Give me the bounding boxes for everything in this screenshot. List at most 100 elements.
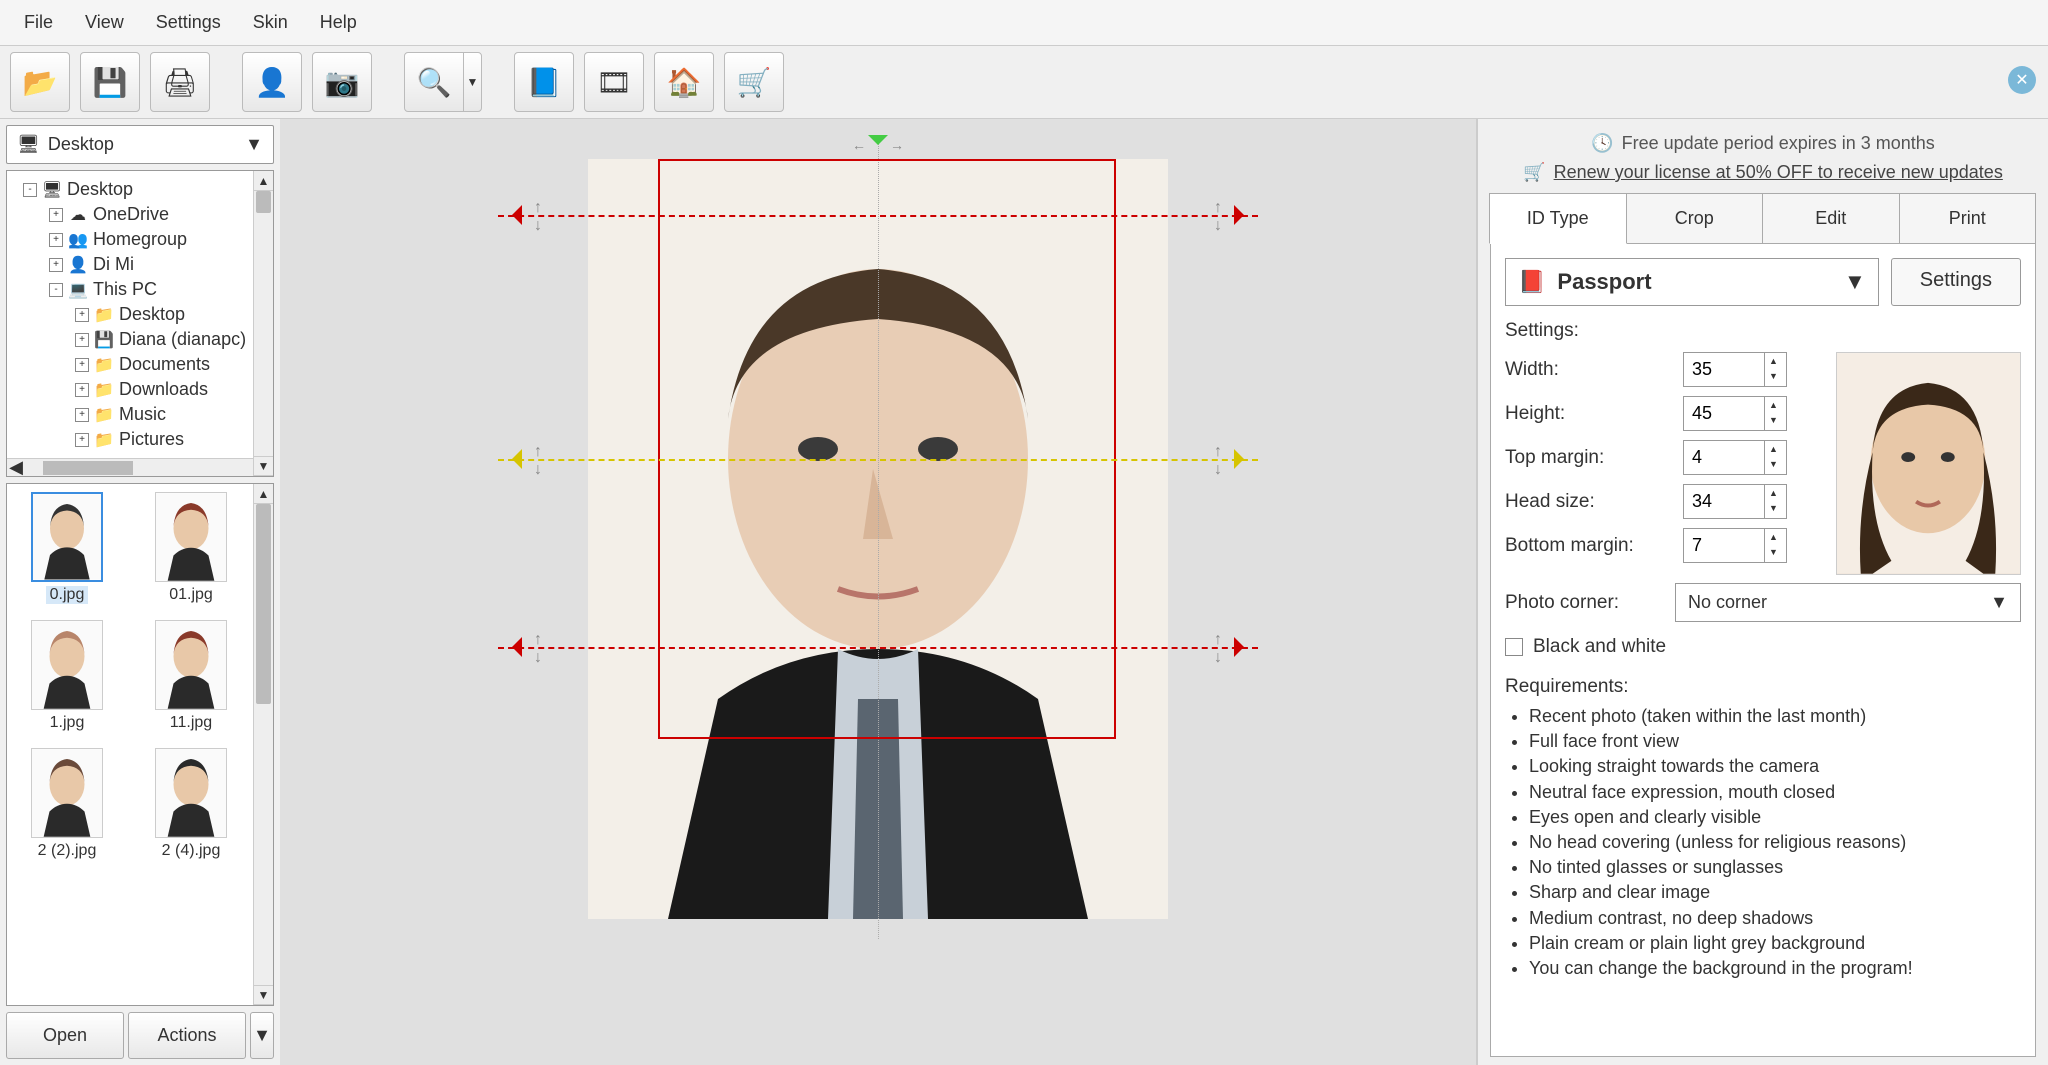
folder-icon: 📁 xyxy=(95,406,113,424)
chevron-down-icon: ▼ xyxy=(253,1025,271,1046)
thumbnail-image xyxy=(155,492,227,582)
requirement-item: Eyes open and clearly visible xyxy=(1529,805,2021,830)
expand-icon[interactable]: + xyxy=(75,383,89,397)
cart-icon: 🛒 xyxy=(737,66,772,99)
tree-item[interactable]: +📁Documents xyxy=(11,352,269,377)
tab-edit[interactable]: Edit xyxy=(1762,193,1900,243)
black-white-checkbox[interactable] xyxy=(1505,638,1523,656)
chevron-down-icon: ▼ xyxy=(1844,269,1866,295)
tree-item[interactable]: +👤Di Mi xyxy=(11,252,269,277)
head-size-spinner[interactable]: ▲▼ xyxy=(1683,484,1787,519)
cart-icon: 🛒 xyxy=(1523,162,1545,183)
settings-button[interactable]: Settings xyxy=(1891,258,2021,306)
tree-item[interactable]: +📁Desktop xyxy=(11,302,269,327)
top-margin-spinner[interactable]: ▲▼ xyxy=(1683,440,1787,475)
expand-icon[interactable]: + xyxy=(75,308,89,322)
tab-id-type[interactable]: ID Type xyxy=(1489,193,1627,244)
expand-icon[interactable]: + xyxy=(75,408,89,422)
tree-label: Music xyxy=(119,404,166,425)
monitor-icon: 🖥 xyxy=(17,134,40,155)
main-photo[interactable]: ←→ ↑↓↑↓ ↑↓↑↓ ↑↓↑↓ xyxy=(588,159,1168,919)
tab-print[interactable]: Print xyxy=(1899,193,2037,243)
renew-license-link[interactable]: Renew your license at 50% OFF to receive… xyxy=(1554,162,2003,183)
height-label: Height: xyxy=(1505,403,1675,425)
help-icon: 📘 xyxy=(527,66,562,99)
help-button[interactable]: 📘 xyxy=(514,52,574,112)
location-combo[interactable]: 🖥 Desktop ▼ xyxy=(6,125,274,164)
tree-item[interactable]: +💾Diana (dianapc) xyxy=(11,327,269,352)
eye-line-guide[interactable] xyxy=(498,459,1258,461)
close-banner-button[interactable]: ✕ xyxy=(2008,66,2036,94)
thumbnail-item[interactable]: 1.jpg xyxy=(13,620,121,732)
expand-icon[interactable]: - xyxy=(49,283,63,297)
bottom-margin-input[interactable] xyxy=(1684,529,1764,562)
location-text: Desktop xyxy=(48,134,114,155)
thumbnail-item[interactable]: 01.jpg xyxy=(137,492,245,604)
home-button[interactable]: 🏠 xyxy=(654,52,714,112)
tree-item[interactable]: +📁Downloads xyxy=(11,377,269,402)
zoom-button[interactable]: 🔍▼ xyxy=(404,52,482,112)
menu-view[interactable]: View xyxy=(69,4,140,41)
folder-icon: 🖥 xyxy=(43,181,61,199)
tree-label: Downloads xyxy=(119,379,208,400)
print-button[interactable]: 🖨 xyxy=(150,52,210,112)
tab-content: 📕Passport ▼ Settings Settings: Width:▲▼ … xyxy=(1490,244,2036,1057)
crop-rectangle[interactable] xyxy=(658,159,1116,739)
tree-item[interactable]: +📁Pictures xyxy=(11,427,269,452)
chevron-down-icon: ▼ xyxy=(245,134,263,155)
expand-icon[interactable]: + xyxy=(75,433,89,447)
right-panel: 🕓Free update period expires in 3 months … xyxy=(1476,119,2048,1065)
open-button[interactable]: Open xyxy=(6,1012,124,1059)
width-input[interactable] xyxy=(1684,353,1764,386)
save-button[interactable]: 💾 xyxy=(80,52,140,112)
actions-button[interactable]: Actions xyxy=(128,1012,246,1059)
head-top-guide[interactable] xyxy=(498,215,1258,217)
open-file-button[interactable]: 📂 xyxy=(10,52,70,112)
width-spinner[interactable]: ▲▼ xyxy=(1683,352,1787,387)
settings-heading: Settings: xyxy=(1505,320,2021,342)
bottom-margin-spinner[interactable]: ▲▼ xyxy=(1683,528,1787,563)
tree-item[interactable]: -💻This PC xyxy=(11,277,269,302)
id-type-select[interactable]: 📕Passport ▼ xyxy=(1505,258,1879,306)
camera-button[interactable]: 📷 xyxy=(312,52,372,112)
tree-item[interactable]: +👥Homegroup xyxy=(11,227,269,252)
tab-crop[interactable]: Crop xyxy=(1626,193,1764,243)
photo-corner-select[interactable]: No corner▼ xyxy=(1675,583,2021,622)
menu-settings[interactable]: Settings xyxy=(140,4,237,41)
expand-icon[interactable]: + xyxy=(75,358,89,372)
menu-skin[interactable]: Skin xyxy=(237,4,304,41)
chin-line-guide[interactable] xyxy=(498,647,1258,649)
expand-icon[interactable]: - xyxy=(23,183,37,197)
tree-item[interactable]: +☁OneDrive xyxy=(11,202,269,227)
thumbnail-item[interactable]: 11.jpg xyxy=(137,620,245,732)
height-spinner[interactable]: ▲▼ xyxy=(1683,396,1787,431)
tree-item[interactable]: + 📁 Music xyxy=(11,402,269,427)
video-button[interactable]: 🎞 xyxy=(584,52,644,112)
tree-item[interactable]: -🖥Desktop xyxy=(11,177,269,202)
expand-icon[interactable]: + xyxy=(49,233,63,247)
photo-canvas[interactable]: ←→ ↑↓↑↓ ↑↓↑↓ ↑↓↑↓ xyxy=(280,119,1476,1065)
tree-hscrollbar[interactable]: ◀ xyxy=(7,458,273,476)
top-margin-input[interactable] xyxy=(1684,441,1764,474)
actions-dropdown[interactable]: ▼ xyxy=(250,1012,274,1059)
head-size-input[interactable] xyxy=(1684,485,1764,518)
home-icon: 🏠 xyxy=(667,66,702,99)
expand-icon[interactable]: + xyxy=(49,258,63,272)
width-label: Width: xyxy=(1505,359,1675,381)
thumbnail-item[interactable]: 2 (2).jpg xyxy=(13,748,121,860)
top-align-marker[interactable]: ←→ xyxy=(852,135,904,155)
menu-file[interactable]: File xyxy=(8,4,69,41)
thumbnail-item[interactable]: 2 (4).jpg xyxy=(137,748,245,860)
thumbs-vscrollbar[interactable]: ▲▼ xyxy=(253,484,273,1005)
expand-icon[interactable]: + xyxy=(75,333,89,347)
expand-icon[interactable]: + xyxy=(49,208,63,222)
tree-vscrollbar[interactable]: ▲▼ xyxy=(253,171,273,476)
menu-help[interactable]: Help xyxy=(304,4,373,41)
requirement-item: Medium contrast, no deep shadows xyxy=(1529,906,2021,931)
tree-label: Diana (dianapc) xyxy=(119,329,246,350)
height-input[interactable] xyxy=(1684,397,1764,430)
cart-button[interactable]: 🛒 xyxy=(724,52,784,112)
person-button[interactable]: 👤 xyxy=(242,52,302,112)
thumbnail-item[interactable]: 0.jpg xyxy=(13,492,121,604)
chevron-down-icon[interactable]: ▼ xyxy=(463,53,481,111)
